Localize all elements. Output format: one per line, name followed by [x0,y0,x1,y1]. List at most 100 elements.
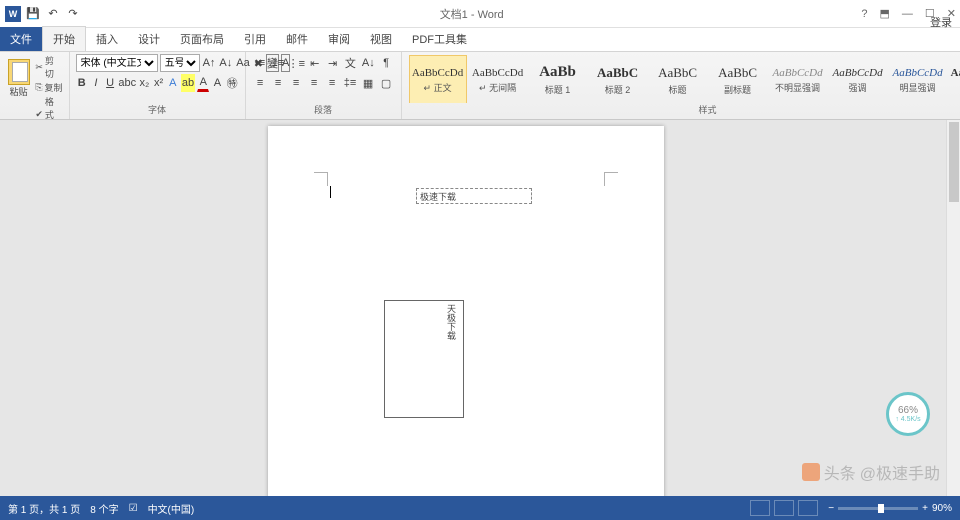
show-marks-icon[interactable]: ¶ [378,54,395,72]
quick-access-toolbar: W 💾 ↶ ↷ [4,5,82,23]
highlight-icon[interactable]: ab [181,74,195,92]
ribbon: 粘贴 ✂ 剪切 ⎘ 复制 ✔ 格式刷 剪贴板 宋体 (中文正文 五号 A↑ A↓… [0,52,960,120]
align-right-icon[interactable]: ≡ [288,74,305,92]
shrink-font-icon[interactable]: A↓ [218,54,233,72]
copy-button[interactable]: ⎘ 复制 [35,81,62,94]
page[interactable]: 极速下载 天极下载 [268,126,664,496]
group-label: 样式 [408,103,960,117]
zoom-in-icon[interactable]: + [922,503,928,514]
style-emph[interactable]: AaBbCcDd强调 [829,55,887,103]
minimize-icon[interactable]: — [902,8,913,20]
vertical-text: 天极下载 [445,304,458,340]
style-intense-emph[interactable]: AaBbCcDd明显强调 [889,55,947,103]
style-h1[interactable]: AaBb标题 1 [529,55,587,103]
ribbon-toggle-icon[interactable]: ⬒ [880,7,890,20]
ribbon-tabs: 文件 开始 插入 设计 页面布局 引用 邮件 审阅 视图 PDF工具集 [0,28,960,52]
tab-view[interactable]: 视图 [360,27,402,51]
paste-button[interactable]: 粘贴 [6,54,31,102]
underline-icon[interactable]: U [104,74,116,92]
group-styles: AaBbCcDd↵ 正文 AaBbCcDd↵ 无间隔 AaBb标题 1 AaBb… [402,52,960,119]
style-title[interactable]: AaBbC标题 [649,55,707,103]
bold-icon[interactable]: B [76,74,88,92]
group-paragraph: •≡ 1≡ ⋮≡ ⇤ ⇥ 文 A↓ ¶ ≡ ≡ ≡ ≡ ≡ ‡≡ ▦ ▢ 段落 [246,52,402,119]
status-page[interactable]: 第 1 页，共 1 页 [8,501,80,516]
bullets-icon[interactable]: •≡ [252,54,269,72]
undo-icon[interactable]: ↶ [44,5,62,23]
indent-left-icon[interactable]: ⇤ [306,54,323,72]
superscript-icon[interactable]: x² [152,74,164,92]
group-label: 段落 [252,103,395,117]
style-strong[interactable]: AaBbCcDd要点 [949,55,960,103]
tab-layout[interactable]: 页面布局 [170,27,234,51]
font-name-select[interactable]: 宋体 (中文正文 [76,54,158,72]
watermark: 头条 @极速手助 [802,460,940,484]
sort-icon[interactable]: A↓ [360,54,377,72]
paste-label: 粘贴 [10,85,28,98]
help-icon[interactable]: ? [861,8,867,20]
margin-mark-tl [314,172,328,186]
vertical-scrollbar[interactable] [946,120,960,496]
style-h2[interactable]: AaBbC标题 2 [589,55,647,103]
tab-insert[interactable]: 插入 [86,27,128,51]
text-cursor [330,186,331,198]
scroll-thumb[interactable] [949,122,959,202]
status-word-count[interactable]: 8 个字 [90,501,118,516]
align-justify-icon[interactable]: ≡ [306,74,323,92]
document-area[interactable]: 极速下载 天极下载 66% ↑ 4.5K/s 头条 @极速手助 [0,120,960,496]
redo-icon[interactable]: ↷ [64,5,82,23]
status-language[interactable]: 中文(中国) [148,501,195,516]
view-buttons [750,500,818,516]
view-read-icon[interactable] [750,500,770,516]
line-spacing-icon[interactable]: ‡≡ [342,74,359,92]
tab-design[interactable]: 设计 [128,27,170,51]
tab-home[interactable]: 开始 [42,26,86,51]
text-direction-icon[interactable]: 文 [342,54,359,72]
enclose-char-icon[interactable]: ㊕ [226,74,239,92]
group-clipboard: 粘贴 ✂ 剪切 ⎘ 复制 ✔ 格式刷 剪贴板 [0,52,70,119]
style-nospacing[interactable]: AaBbCcDd↵ 无间隔 [469,55,527,103]
tab-mail[interactable]: 邮件 [276,27,318,51]
style-subtitle[interactable]: AaBbC副标题 [709,55,767,103]
watermark-icon [802,463,820,481]
group-font: 宋体 (中文正文 五号 A↑ A↓ Aa ✖ 變 A B I U abc x₂ … [70,52,246,119]
indent-right-icon[interactable]: ⇥ [324,54,341,72]
margin-mark-tr [604,172,618,186]
align-distrib-icon[interactable]: ≡ [324,74,341,92]
text-effects-icon[interactable]: A [167,74,179,92]
italic-icon[interactable]: I [90,74,102,92]
multilevel-icon[interactable]: ⋮≡ [287,54,305,72]
borders-icon[interactable]: ▢ [378,74,395,92]
cut-button[interactable]: ✂ 剪切 [35,54,62,80]
char-shading-icon[interactable]: A [211,74,223,92]
align-center-icon[interactable]: ≡ [270,74,287,92]
style-subtle-emph[interactable]: AaBbCcDd不明显强调 [769,55,827,103]
strike-icon[interactable]: abc [118,74,136,92]
title-bar: W 💾 ↶ ↷ 文档1 - Word ? ⬒ — ☐ ✕ [0,0,960,28]
tab-review[interactable]: 审阅 [318,27,360,51]
zoom-slider[interactable] [838,507,918,510]
status-proofing-icon[interactable]: ☑ [129,503,138,514]
zoom-out-icon[interactable]: − [828,503,834,514]
font-color-icon[interactable]: A [197,74,209,92]
grow-font-icon[interactable]: A↑ [202,54,217,72]
tab-references[interactable]: 引用 [234,27,276,51]
view-print-icon[interactable] [774,500,794,516]
group-label: 字体 [76,103,239,117]
align-left-icon[interactable]: ≡ [252,74,269,92]
clipboard-icon [8,59,30,85]
textbox-horizontal[interactable]: 极速下载 [416,188,532,204]
shading-icon[interactable]: ▦ [360,74,377,92]
tab-file[interactable]: 文件 [0,27,42,51]
textbox-vertical[interactable]: 天极下载 [384,300,464,418]
view-web-icon[interactable] [798,500,818,516]
badge-percent: 66% [898,405,918,416]
style-gallery[interactable]: AaBbCcDd↵ 正文 AaBbCcDd↵ 无间隔 AaBb标题 1 AaBb… [408,54,960,103]
numbering-icon[interactable]: 1≡ [269,54,286,72]
login-link[interactable]: 登录 [930,17,952,29]
style-normal[interactable]: AaBbCcDd↵ 正文 [409,55,467,103]
tab-pdf[interactable]: PDF工具集 [402,27,477,51]
zoom-value[interactable]: 90% [932,503,952,514]
save-icon[interactable]: 💾 [24,5,42,23]
subscript-icon[interactable]: x₂ [138,74,150,92]
font-size-select[interactable]: 五号 [160,54,200,72]
